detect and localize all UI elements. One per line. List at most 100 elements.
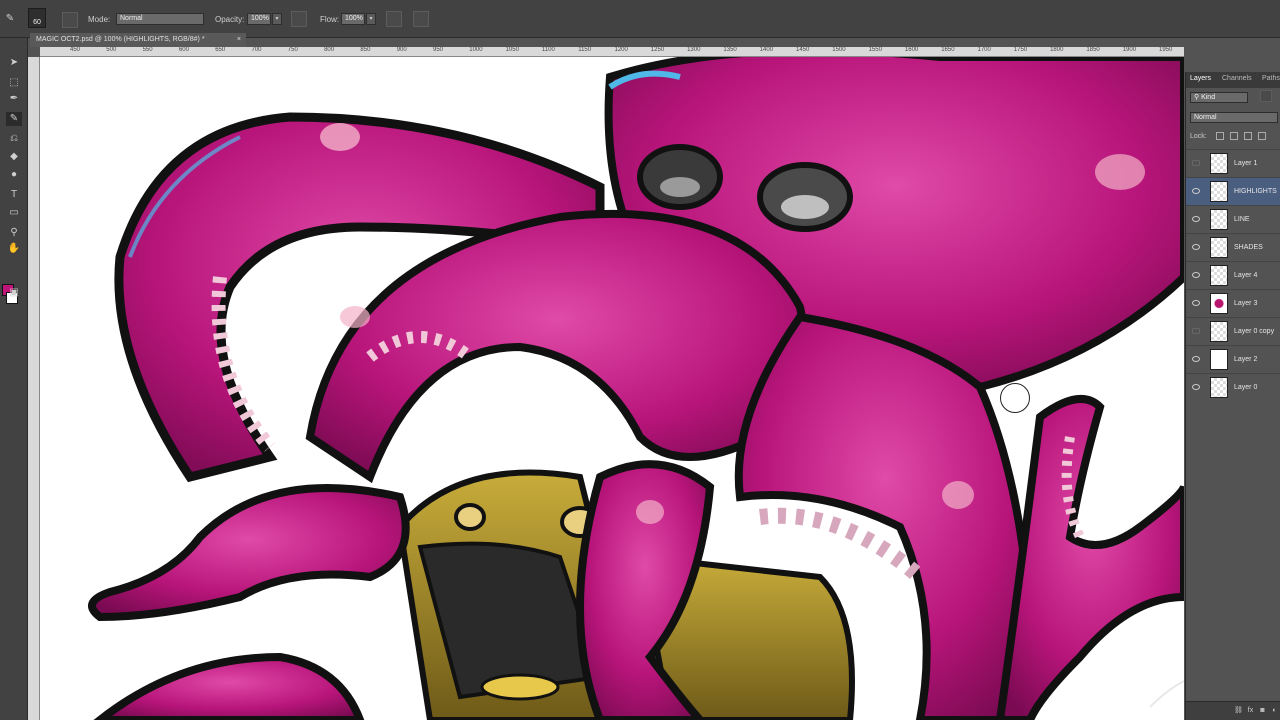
layer-name[interactable]: Layer 0 copy bbox=[1234, 328, 1274, 335]
lock-image-icon[interactable] bbox=[1230, 132, 1238, 140]
ruler-tick-label: 750 bbox=[287, 47, 298, 53]
layer-row[interactable]: SHADES bbox=[1186, 233, 1280, 261]
ruler-tick-label: 700 bbox=[251, 47, 262, 53]
ruler-tick-label: 1950 bbox=[1159, 47, 1173, 53]
ruler-tick-label: 1100 bbox=[541, 47, 555, 53]
eyedropper-tool-icon[interactable]: ✒ bbox=[6, 92, 22, 106]
visibility-eye-icon[interactable] bbox=[1192, 216, 1200, 222]
layer-thumbnail bbox=[1210, 181, 1228, 202]
tab-paths[interactable]: Paths bbox=[1262, 75, 1280, 82]
brush-size-picker[interactable]: 60 bbox=[28, 8, 46, 28]
mode-dropdown[interactable]: Normal bbox=[116, 13, 204, 25]
quick-mask-icon[interactable]: ▣ bbox=[6, 286, 22, 300]
clone-stamp-tool-icon[interactable]: ⎌ bbox=[6, 132, 22, 146]
hand-tool-icon[interactable]: ✋ bbox=[6, 242, 22, 256]
ruler-tick-label: 1850 bbox=[1086, 47, 1100, 53]
layer-name[interactable]: LINE bbox=[1234, 216, 1250, 223]
visibility-eye-icon[interactable] bbox=[1192, 244, 1200, 250]
pressure-opacity-icon[interactable] bbox=[291, 11, 307, 27]
lock-all-icon[interactable] bbox=[1258, 132, 1266, 140]
pressure-size-icon[interactable] bbox=[413, 11, 429, 27]
visibility-eye-icon[interactable] bbox=[1192, 160, 1200, 166]
ruler-tick-label: 1450 bbox=[796, 47, 810, 53]
layer-row[interactable]: LINE bbox=[1186, 205, 1280, 233]
ruler-tick-label: 450 bbox=[70, 47, 81, 53]
link-layers-icon[interactable]: ⛓ bbox=[1234, 706, 1243, 715]
ruler-vertical bbox=[28, 57, 40, 720]
layer-row[interactable]: Layer 0 copy bbox=[1186, 317, 1280, 345]
layer-name[interactable]: Layer 1 bbox=[1234, 160, 1257, 167]
visibility-eye-icon[interactable] bbox=[1192, 272, 1200, 278]
type-tool-icon[interactable]: T bbox=[6, 188, 22, 202]
document-canvas[interactable] bbox=[40, 57, 1184, 720]
close-tab-icon[interactable]: × bbox=[237, 33, 241, 47]
ruler-tick-label: 550 bbox=[142, 47, 153, 53]
fx-icon[interactable]: fx bbox=[1246, 706, 1255, 715]
flow-dropdown-icon[interactable]: ▾ bbox=[366, 13, 376, 25]
visibility-eye-icon[interactable] bbox=[1192, 356, 1200, 362]
ruler-tick-label: 600 bbox=[178, 47, 189, 53]
brush-cursor bbox=[1000, 383, 1030, 413]
tab-channels[interactable]: Channels bbox=[1222, 75, 1252, 82]
blend-mode-dropdown[interactable]: Normal bbox=[1190, 112, 1278, 123]
layer-row[interactable]: Layer 3 bbox=[1186, 289, 1280, 317]
ruler-tick-label: 1250 bbox=[650, 47, 665, 53]
lock-transparent-icon[interactable] bbox=[1216, 132, 1224, 140]
dodge-tool-icon[interactable]: ● bbox=[6, 168, 22, 182]
layer-row[interactable]: Layer 4 bbox=[1186, 261, 1280, 289]
brush-preset-icon[interactable]: ✎ bbox=[2, 12, 18, 26]
ruler-tick-label: 1300 bbox=[687, 47, 701, 53]
layer-name[interactable]: Layer 4 bbox=[1234, 272, 1257, 279]
blend-mode-value: Normal bbox=[1194, 114, 1217, 121]
lock-position-icon[interactable] bbox=[1244, 132, 1252, 140]
tab-layers[interactable]: Layers bbox=[1190, 75, 1211, 82]
layer-row[interactable]: HIGHLIGHTS bbox=[1186, 177, 1280, 205]
move-tool-icon[interactable]: ➤ bbox=[6, 56, 22, 70]
layer-name[interactable]: Layer 0 bbox=[1234, 384, 1257, 391]
ruler-tick-label: 650 bbox=[215, 47, 226, 53]
layer-name[interactable]: HIGHLIGHTS bbox=[1234, 188, 1277, 195]
ruler-tick-label: 1800 bbox=[1050, 47, 1064, 53]
marquee-tool-icon[interactable]: ⬚ bbox=[6, 76, 22, 90]
layer-thumbnail bbox=[1210, 321, 1228, 342]
visibility-eye-icon[interactable] bbox=[1192, 300, 1200, 306]
layer-name[interactable]: Layer 2 bbox=[1234, 356, 1257, 363]
opacity-field[interactable]: 100% bbox=[247, 13, 271, 25]
ruler-tick-label: 1900 bbox=[1122, 47, 1137, 53]
filter-image-icon[interactable] bbox=[1260, 90, 1272, 102]
layer-thumbnail bbox=[1210, 349, 1228, 370]
brush-tool-icon[interactable]: ✎ bbox=[6, 112, 22, 126]
visibility-eye-icon[interactable] bbox=[1192, 188, 1200, 194]
ruler-tick-label: 800 bbox=[324, 47, 335, 53]
document-tab[interactable]: MAGIC OCT2.psd @ 100% (HIGHLIGHTS, RGB/8… bbox=[30, 33, 246, 47]
layer-row[interactable]: Layer 1 bbox=[1186, 149, 1280, 177]
shape-tool-icon[interactable]: ▭ bbox=[6, 206, 22, 220]
layer-name[interactable]: SHADES bbox=[1234, 244, 1263, 251]
add-mask-icon[interactable]: ◙ bbox=[1258, 706, 1267, 715]
ruler-tick-label: 900 bbox=[396, 47, 407, 53]
ruler-tick-label: 1700 bbox=[977, 47, 991, 53]
ruler-tick-label: 1600 bbox=[904, 47, 919, 53]
opacity-dropdown-icon[interactable]: ▾ bbox=[272, 13, 282, 25]
mode-label: Mode: bbox=[88, 15, 111, 24]
opacity-label: Opacity: bbox=[215, 15, 245, 24]
airbrush-icon[interactable] bbox=[386, 11, 402, 27]
layer-row[interactable]: Layer 2 bbox=[1186, 345, 1280, 373]
lock-label: Lock: bbox=[1190, 133, 1207, 140]
layer-filter-dropdown[interactable]: ⚲ Kind bbox=[1190, 92, 1248, 103]
layer-row[interactable]: Layer 0 bbox=[1186, 373, 1280, 401]
layers-panel-footer: ⛓ fx ◙ ◐ bbox=[1186, 701, 1280, 720]
brush-panel-toggle-icon[interactable] bbox=[62, 12, 78, 28]
adjustment-layer-icon[interactable]: ◐ bbox=[1270, 706, 1279, 715]
layer-thumbnail bbox=[1210, 265, 1228, 286]
mode-value: Normal bbox=[120, 15, 143, 22]
layer-name[interactable]: Layer 3 bbox=[1234, 300, 1257, 307]
ruler-tick-label: 950 bbox=[433, 47, 444, 53]
visibility-eye-icon[interactable] bbox=[1192, 328, 1200, 334]
visibility-eye-icon[interactable] bbox=[1192, 384, 1200, 390]
ruler-tick-label: 850 bbox=[360, 47, 371, 53]
layers-panel: Layers Channels Paths ⚲ Kind Normal Lock… bbox=[1185, 72, 1280, 720]
zoom-tool-icon[interactable]: ⚲ bbox=[6, 226, 22, 240]
paint-bucket-tool-icon[interactable]: ◆ bbox=[6, 150, 22, 164]
flow-field[interactable]: 100% bbox=[341, 13, 365, 25]
